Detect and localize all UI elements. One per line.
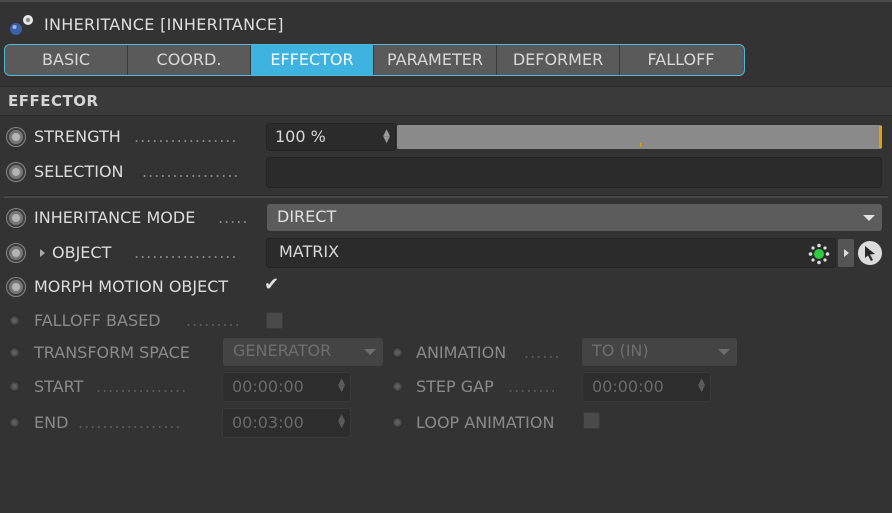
- end-label: END: [34, 413, 69, 432]
- loop-animation-label: LOOP ANIMATION: [416, 413, 555, 432]
- tab-bar: BASIC COORD. EFFECTOR PARAMETER DEFORMER…: [4, 44, 745, 76]
- animate-radio-icon[interactable]: [392, 347, 403, 358]
- expand-arrow-icon[interactable]: [40, 249, 45, 257]
- start-value: 00:00:00: [232, 377, 304, 396]
- label-dots: ......: [524, 343, 561, 362]
- label-dots: ...............: [96, 377, 188, 396]
- falloff-based-label: FALLOFF BASED: [34, 311, 161, 330]
- transform-space-row: TRANSFORM SPACE GENERATOR ANIMATION ....…: [0, 338, 892, 368]
- label-dots: .................: [134, 127, 238, 146]
- animate-radio-icon[interactable]: [9, 381, 20, 392]
- section-header: EFFECTOR: [0, 86, 892, 116]
- tab-parameter[interactable]: PARAMETER: [374, 45, 497, 75]
- label-dots: .................: [78, 413, 182, 432]
- morph-motion-label: MORPH MOTION OBJECT: [34, 277, 229, 296]
- spinner-icon[interactable]: ▲ ▼: [383, 129, 390, 145]
- spinner-icon[interactable]: ▲ ▼: [338, 414, 345, 430]
- object-value: MATRIX: [279, 242, 340, 261]
- matrix-icon: [808, 243, 830, 265]
- tab-deformer[interactable]: DEFORMER: [497, 45, 620, 75]
- spinner-icon[interactable]: ▲ ▼: [338, 378, 345, 394]
- transform-space-dropdown[interactable]: GENERATOR: [223, 338, 383, 366]
- top-border: [0, 0, 892, 2]
- end-input[interactable]: 00:03:00 ▲ ▼: [222, 408, 351, 438]
- animation-dropdown[interactable]: TO (IN): [582, 338, 737, 366]
- inheritance-mode-value: DIRECT: [277, 207, 337, 226]
- strength-value: 100 %: [275, 127, 326, 146]
- morph-motion-checkbox[interactable]: ✔: [264, 274, 279, 295]
- arrow-right-icon: [844, 249, 849, 257]
- tab-falloff[interactable]: FALLOFF: [620, 45, 742, 75]
- selection-field[interactable]: [266, 157, 882, 188]
- animate-radio-icon[interactable]: [9, 417, 20, 428]
- animate-radio-icon[interactable]: [7, 163, 25, 181]
- inheritance-mode-row: INHERITANCE MODE ..... DIRECT: [0, 203, 892, 233]
- object-link-field[interactable]: MATRIX: [266, 238, 836, 268]
- falloff-based-row: FALLOFF BASED .........: [0, 306, 892, 336]
- end-row: END ................. 00:03:00 ▲ ▼ LOOP A…: [0, 408, 892, 438]
- animate-radio-icon[interactable]: [392, 417, 403, 428]
- slider-handle[interactable]: [879, 126, 882, 148]
- slider-tick: [640, 143, 641, 147]
- spinner-icon[interactable]: ▲ ▼: [698, 378, 705, 394]
- tab-effector[interactable]: EFFECTOR: [251, 45, 374, 75]
- object-row: OBJECT ................. MATRIX: [0, 238, 892, 268]
- loop-animation-checkbox[interactable]: [583, 412, 600, 429]
- label-dots: .....: [218, 208, 249, 227]
- label-dots: ........: [508, 377, 557, 396]
- tab-coord[interactable]: COORD.: [128, 45, 251, 75]
- animate-radio-icon[interactable]: [7, 209, 25, 227]
- start-row: START ............... 00:00:00 ▲ ▼ STEP G…: [0, 372, 892, 402]
- chevron-down-icon: [364, 349, 376, 355]
- selection-row: SELECTION ................: [0, 157, 892, 188]
- morph-motion-row: MORPH MOTION OBJECT ✔: [0, 272, 892, 302]
- transform-space-value: GENERATOR: [233, 341, 332, 360]
- step-gap-label: STEP GAP: [416, 377, 494, 396]
- step-gap-value: 00:00:00: [592, 377, 664, 396]
- animate-radio-icon[interactable]: [9, 347, 20, 358]
- animate-radio-icon[interactable]: [7, 244, 25, 262]
- chevron-down-icon: [863, 215, 875, 221]
- strength-label: STRENGTH: [34, 127, 121, 146]
- strength-input[interactable]: 100 % ▲ ▼: [266, 123, 396, 151]
- attribute-header: INHERITANCE [INHERITANCE]: [0, 6, 892, 42]
- strength-slider[interactable]: [397, 125, 882, 149]
- strength-row: STRENGTH ................. 100 % ▲ ▼: [0, 122, 892, 152]
- object-label: OBJECT: [52, 243, 112, 262]
- pick-cursor-icon[interactable]: [857, 240, 883, 266]
- label-dots: .................: [134, 243, 238, 262]
- animation-label: ANIMATION: [416, 343, 507, 362]
- selection-label: SELECTION: [34, 162, 124, 181]
- page-title: INHERITANCE [INHERITANCE]: [44, 15, 284, 34]
- animate-radio-icon[interactable]: [9, 315, 20, 326]
- label-dots: ................: [142, 162, 240, 181]
- link-options-button[interactable]: [838, 239, 854, 267]
- tab-basic[interactable]: BASIC: [5, 45, 128, 75]
- inheritance-object-icon: [10, 15, 33, 35]
- animate-radio-icon[interactable]: [7, 128, 25, 146]
- label-dots: .........: [186, 311, 241, 330]
- animate-radio-icon[interactable]: [7, 278, 25, 296]
- divider: [4, 195, 888, 198]
- start-label: START: [34, 377, 84, 396]
- section-title: EFFECTOR: [8, 92, 99, 110]
- end-value: 00:03:00: [232, 413, 304, 432]
- inheritance-mode-dropdown[interactable]: DIRECT: [267, 204, 882, 231]
- chevron-down-icon: [718, 349, 730, 355]
- falloff-based-checkbox[interactable]: [266, 312, 283, 329]
- animation-value: TO (IN): [592, 341, 649, 360]
- inheritance-mode-label: INHERITANCE MODE: [34, 208, 196, 227]
- animate-radio-icon[interactable]: [392, 381, 403, 392]
- transform-space-label: TRANSFORM SPACE: [34, 343, 190, 362]
- step-gap-input[interactable]: 00:00:00 ▲ ▼: [582, 372, 711, 402]
- start-input[interactable]: 00:00:00 ▲ ▼: [222, 372, 351, 402]
